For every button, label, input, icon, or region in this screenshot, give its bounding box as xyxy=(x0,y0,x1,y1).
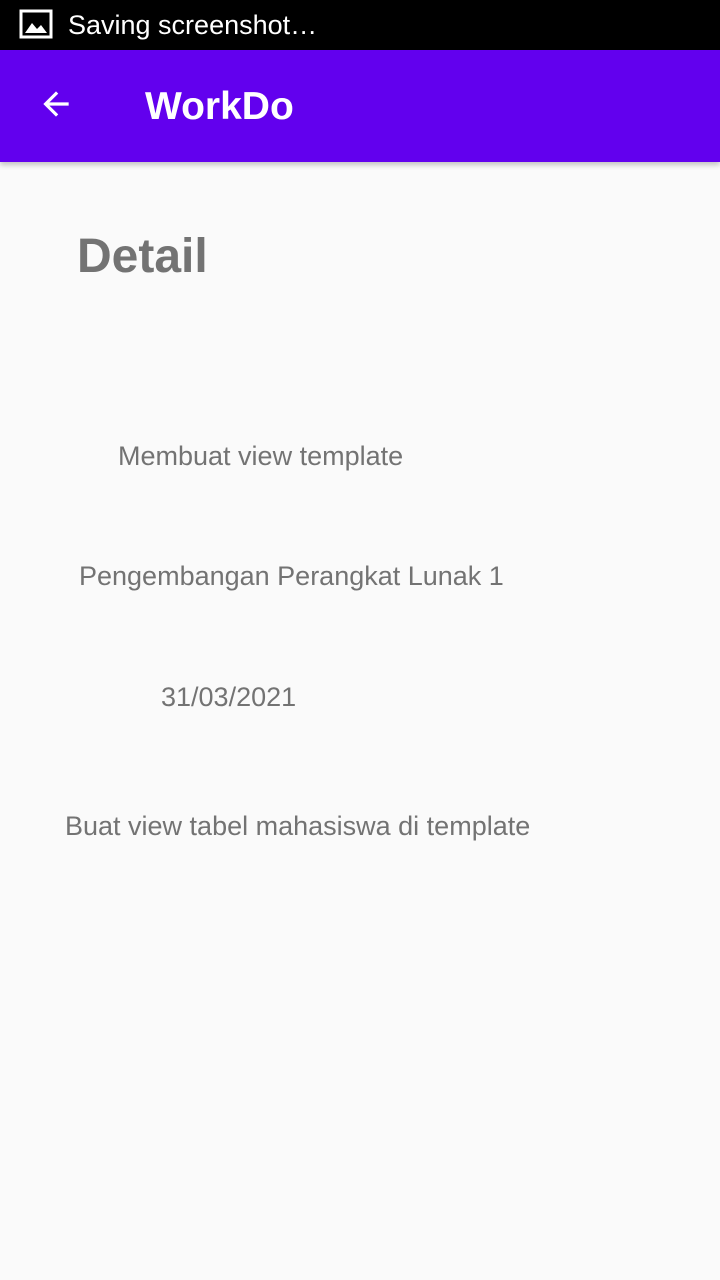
status-notification-text: Saving screenshot… xyxy=(68,10,318,40)
arrow-left-icon xyxy=(37,85,75,128)
app-bar: WorkDo xyxy=(0,50,720,162)
task-description-text: Buat view tabel mahasiswa di template xyxy=(65,811,531,841)
task-title-text: Membuat view template xyxy=(118,441,404,471)
status-bar: Saving screenshot… xyxy=(0,0,720,50)
page-title: Detail xyxy=(77,230,208,283)
course-name-text: Pengembangan Perangkat Lunak 1 xyxy=(79,561,504,591)
due-date-text: 31/03/2021 xyxy=(161,682,297,712)
app-title: WorkDo xyxy=(145,85,294,128)
back-button[interactable] xyxy=(20,70,92,142)
image-icon xyxy=(19,9,53,39)
